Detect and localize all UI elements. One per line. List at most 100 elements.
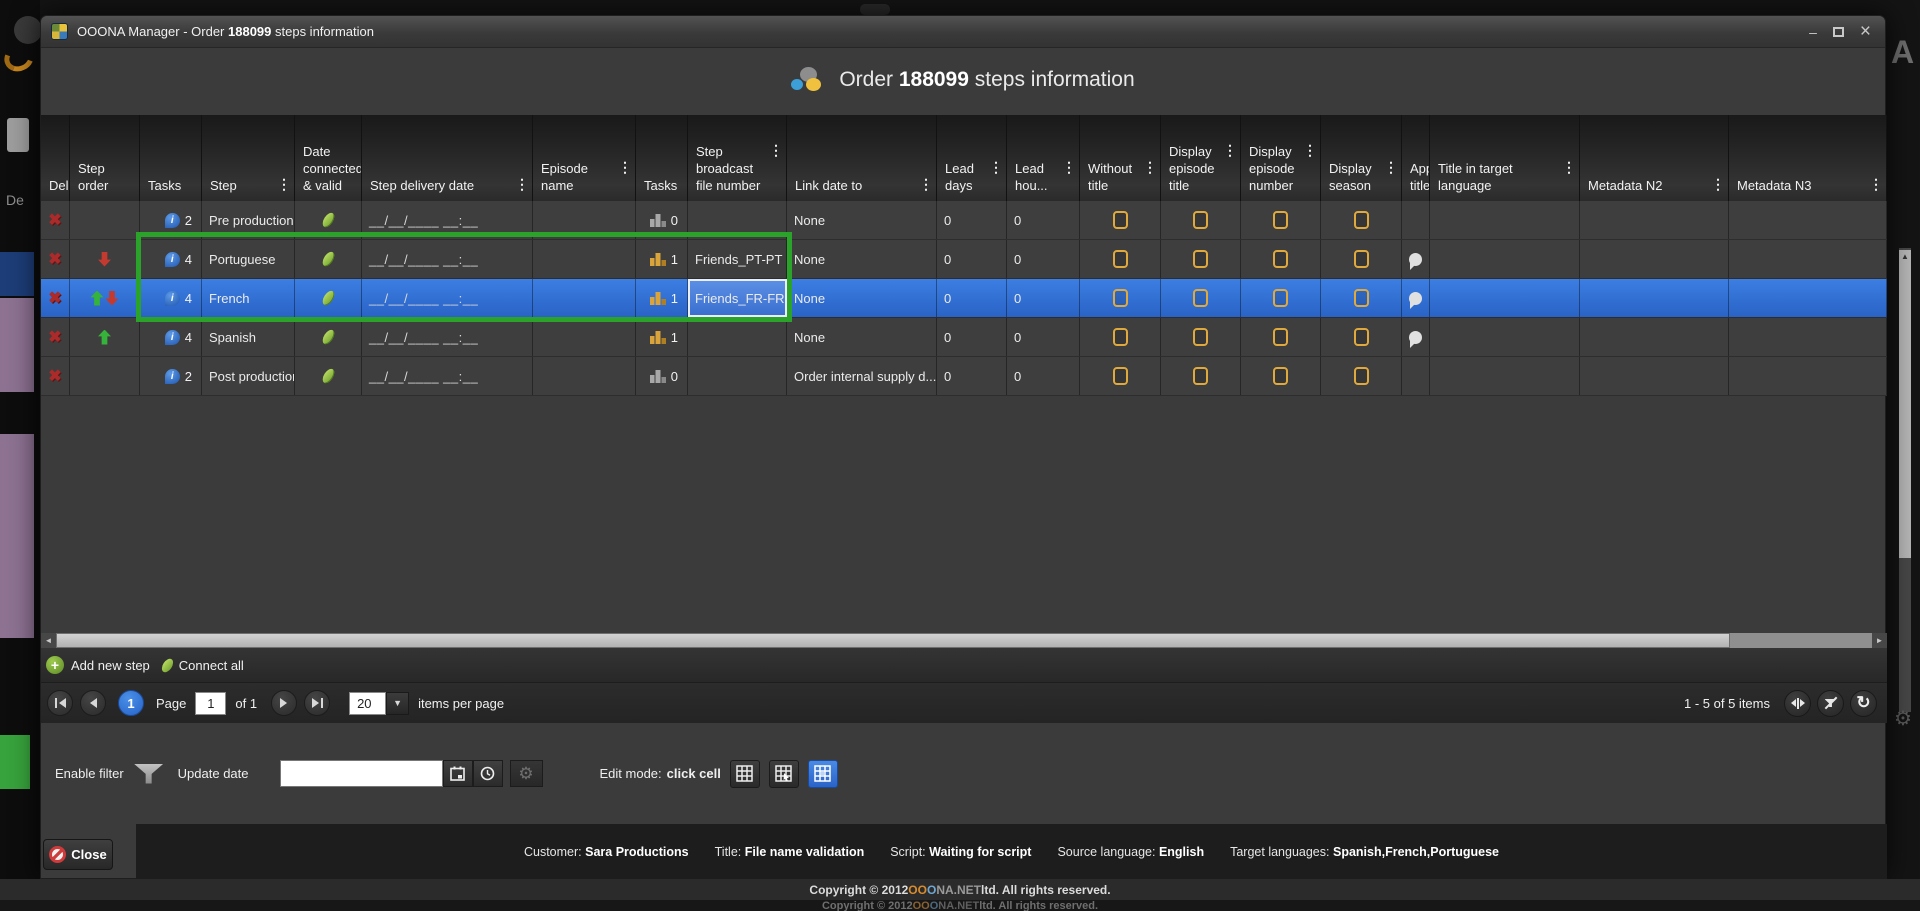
column-header-link[interactable]: Link date to⋮ [787,115,937,201]
column-menu-icon[interactable]: ⋮ [769,143,783,157]
column-header-order[interactable]: Step order [70,115,140,201]
column-header-disp_ep_title[interactable]: Display episode title⋮ [1161,115,1241,201]
clear-filter-button[interactable] [1817,690,1844,717]
move-step-up-icon[interactable] [91,291,104,306]
cell-disp_season[interactable] [1321,318,1402,356]
cell-delete[interactable]: ✖ [41,279,70,317]
checkbox[interactable] [1273,289,1288,307]
cell-lead_days[interactable]: 0 [937,357,1007,395]
cell-order[interactable] [70,357,140,395]
cell-meta_n2[interactable] [1580,357,1729,395]
column-menu-icon[interactable]: ⋮ [1562,160,1576,174]
cell-disp_season[interactable] [1321,201,1402,239]
delete-step-icon[interactable]: ✖ [48,366,61,386]
delete-step-icon[interactable]: ✖ [48,249,61,269]
cell-meta_n2[interactable] [1580,240,1729,278]
checkbox[interactable] [1273,211,1288,229]
cell-episode[interactable] [533,318,636,356]
cell-disp_season[interactable] [1321,240,1402,278]
cell-app_title[interactable] [1402,201,1430,239]
column-header-disp_season[interactable]: Display season⋮ [1321,115,1402,201]
column-header-app_title[interactable]: App titles [1402,115,1430,201]
cell-disp_ep_title[interactable] [1161,240,1241,278]
checkbox[interactable] [1193,250,1208,268]
column-menu-icon[interactable]: ⋮ [1869,177,1883,191]
delete-step-icon[interactable]: ✖ [48,210,61,230]
edit-mode-row-button[interactable] [769,760,799,788]
cell-title_target[interactable] [1430,279,1580,317]
cell-broadcast[interactable] [688,357,787,395]
cell-meta_n3[interactable] [1729,240,1887,278]
refresh-button[interactable]: ↻ [1850,690,1877,717]
cell-lead_days[interactable]: 0 [937,318,1007,356]
column-header-delivery[interactable]: Step delivery date⋮ [362,115,533,201]
cell-delivery[interactable]: __/__/____ __:__ [362,318,533,356]
cell-link[interactable]: None [787,201,937,239]
cell-step[interactable]: Spanish [202,318,295,356]
checkbox[interactable] [1354,328,1369,346]
cell-title_target[interactable] [1430,318,1580,356]
calendar-button[interactable] [443,760,473,787]
cell-link[interactable]: Order internal supply d... [787,357,937,395]
cell-delivery[interactable]: __/__/____ __:__ [362,357,533,395]
column-header-connected[interactable]: Date connected & valid [295,115,362,201]
checkbox[interactable] [1113,367,1128,385]
checkbox[interactable] [1354,211,1369,229]
cell-disp_ep_title[interactable] [1161,318,1241,356]
column-menu-icon[interactable]: ⋮ [1062,160,1076,174]
minimize-button[interactable]: – [1809,25,1817,39]
cell-without_title[interactable] [1080,201,1161,239]
cell-delete[interactable]: ✖ [41,201,70,239]
checkbox[interactable] [1193,211,1208,229]
column-header-meta_n2[interactable]: Metadata N2⋮ [1580,115,1729,201]
cell-without_title[interactable] [1080,318,1161,356]
column-header-step[interactable]: Step⋮ [202,115,295,201]
move-step-down-icon[interactable] [98,252,111,267]
checkbox[interactable] [1354,289,1369,307]
cell-delete[interactable]: ✖ [41,357,70,395]
cell-tasks2[interactable]: 1 [636,318,688,356]
update-date-input[interactable] [280,760,443,787]
cell-disp_season[interactable] [1321,279,1402,317]
cell-delete[interactable]: ✖ [41,318,70,356]
cell-disp_season[interactable] [1321,357,1402,395]
cell-meta_n2[interactable] [1580,318,1729,356]
cell-app_title[interactable] [1402,357,1430,395]
clock-button[interactable] [473,760,503,787]
cell-order[interactable] [70,318,140,356]
grid-row-post-production[interactable]: ✖i2Post production__/__/____ __:__0Order… [41,357,1887,396]
column-header-lead_hours[interactable]: Lead hou...⋮ [1007,115,1080,201]
move-step-up-icon[interactable] [98,330,111,345]
cell-meta_n3[interactable] [1729,201,1887,239]
items-per-page-dropdown-icon[interactable]: ▼ [386,692,409,715]
cell-lead_hours[interactable]: 0 [1007,357,1080,395]
move-step-down-icon[interactable] [106,291,119,306]
cell-meta_n3[interactable] [1729,357,1887,395]
column-menu-icon[interactable]: ⋮ [1223,143,1237,157]
checkbox[interactable] [1193,367,1208,385]
column-menu-icon[interactable]: ⋮ [277,177,291,191]
cell-disp_ep_num[interactable] [1241,279,1321,317]
cell-without_title[interactable] [1080,240,1161,278]
column-header-title_target[interactable]: Title in target language⋮ [1430,115,1580,201]
cell-tasks[interactable]: i2 [140,357,202,395]
cell-order[interactable] [70,240,140,278]
checkbox[interactable] [1354,250,1369,268]
checkbox[interactable] [1273,328,1288,346]
cell-title_target[interactable] [1430,201,1580,239]
close-window-button[interactable]: × [1860,24,1871,40]
delete-step-icon[interactable]: ✖ [48,327,61,347]
fit-columns-button[interactable] [1784,690,1811,717]
column-header-delete[interactable]: Dele [41,115,70,201]
checkbox[interactable] [1113,250,1128,268]
first-page-button[interactable] [47,690,73,716]
cell-without_title[interactable] [1080,357,1161,395]
column-menu-icon[interactable]: ⋮ [618,160,632,174]
cell-lead_hours[interactable]: 0 [1007,240,1080,278]
cell-link[interactable]: None [787,240,937,278]
connect-leaf-icon[interactable] [159,656,175,673]
prev-page-button[interactable] [80,690,106,716]
cell-app_title[interactable] [1402,240,1430,278]
next-page-button[interactable] [271,690,297,716]
cell-disp_ep_title[interactable] [1161,357,1241,395]
